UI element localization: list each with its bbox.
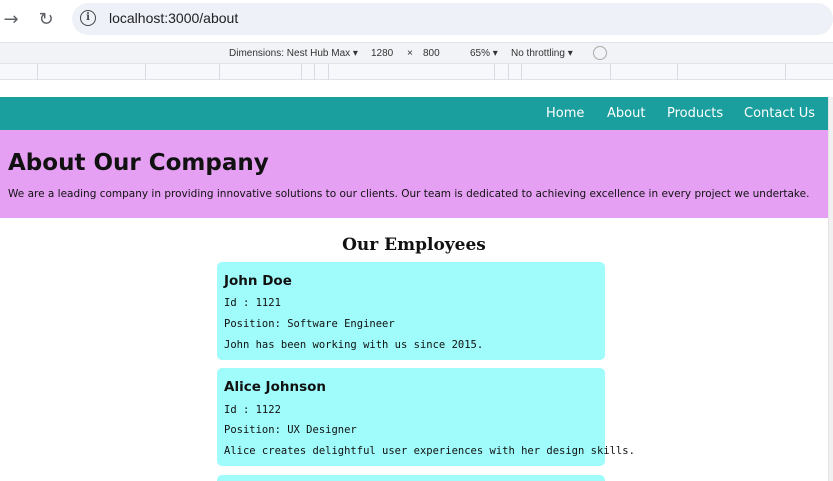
throttling-select[interactable]: No throttling ▾ bbox=[511, 48, 573, 59]
page-viewport: Home About Products Contact Us About Our… bbox=[0, 97, 828, 481]
hero-description: We are a leading company in providing in… bbox=[8, 188, 810, 200]
employee-bio: Alice creates delightful user experience… bbox=[224, 445, 635, 457]
ruler-tick bbox=[610, 64, 611, 80]
site-navbar: Home About Products Contact Us bbox=[0, 97, 828, 130]
employee-name: Alice Johnson bbox=[224, 379, 327, 395]
viewport-scrollbar[interactable] bbox=[828, 97, 833, 481]
employee-name: John Doe bbox=[224, 273, 292, 289]
nav-home-link[interactable]: Home bbox=[546, 106, 584, 121]
employee-bio: John has been working with us since 2015… bbox=[224, 339, 484, 351]
nav-products-link[interactable]: Products bbox=[667, 106, 723, 121]
device-toolbar: Dimensions: Nest Hub Max ▾ 1280 × 800 65… bbox=[0, 42, 833, 64]
employee-position: Position: UX Designer bbox=[224, 424, 357, 436]
about-hero: About Our Company We are a leading compa… bbox=[0, 130, 828, 218]
employee-id: Id : 1121 bbox=[224, 297, 281, 309]
media-query-ruler bbox=[0, 64, 833, 80]
width-input[interactable]: 1280 bbox=[371, 48, 393, 59]
rotate-icon[interactable] bbox=[593, 46, 607, 60]
address-bar[interactable]: i localhost:3000/about bbox=[72, 3, 833, 35]
url-text[interactable]: localhost:3000/about bbox=[109, 10, 238, 26]
dimensions-select[interactable]: Dimensions: Nest Hub Max ▾ bbox=[229, 48, 358, 59]
ruler-tick bbox=[521, 64, 522, 80]
nav-about-link[interactable]: About bbox=[607, 106, 645, 121]
ruler-tick bbox=[677, 64, 678, 80]
reload-icon[interactable]: ↻ bbox=[35, 9, 57, 31]
ruler-tick bbox=[785, 64, 786, 80]
height-input[interactable]: 800 bbox=[423, 48, 440, 59]
nav-contact-link[interactable]: Contact Us bbox=[744, 106, 815, 121]
employee-card: John Doe Id : 1121 Position: Software En… bbox=[217, 262, 605, 360]
ruler-tick bbox=[328, 64, 329, 80]
back-arrow-icon[interactable]: → bbox=[0, 9, 22, 31]
ruler-tick bbox=[37, 64, 38, 80]
ruler-tick bbox=[508, 64, 509, 80]
ruler-tick bbox=[494, 64, 495, 80]
employee-card: Alice Johnson Id : 1122 Position: UX Des… bbox=[217, 368, 635, 466]
ruler-tick bbox=[219, 64, 220, 80]
info-icon[interactable]: i bbox=[80, 10, 96, 26]
ruler-tick bbox=[314, 64, 315, 80]
times-symbol: × bbox=[407, 48, 413, 59]
employee-position: Position: Software Engineer bbox=[224, 318, 395, 330]
zoom-select[interactable]: 65% ▾ bbox=[470, 48, 498, 59]
browser-toolbar: → ↻ i localhost:3000/about bbox=[0, 0, 833, 40]
ruler-tick bbox=[145, 64, 146, 80]
page-title: About Our Company bbox=[8, 150, 269, 176]
employee-card-partial bbox=[217, 475, 605, 481]
ruler-tick bbox=[301, 64, 302, 80]
employee-id: Id : 1122 bbox=[224, 404, 281, 416]
employees-heading: Our Employees bbox=[342, 235, 486, 255]
